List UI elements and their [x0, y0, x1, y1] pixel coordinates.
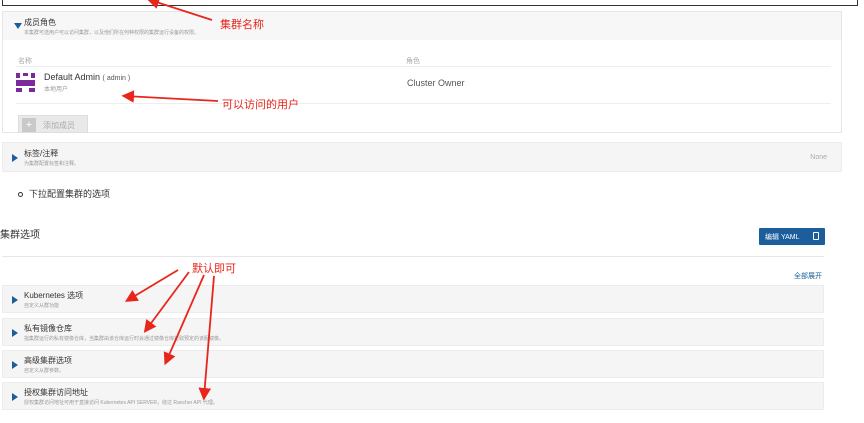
option-section-kubernetes[interactable]: Kubernetes 选项 自定义从群功能	[2, 285, 824, 313]
option-subtitle: 自定义从群参数。	[24, 368, 65, 374]
divider	[16, 103, 831, 104]
plus-icon: +	[22, 118, 36, 132]
member-name: Default Admin ( admin )	[44, 72, 131, 82]
annotation-cluster-name: 集群名称	[220, 19, 264, 31]
cluster-name-input-edge[interactable]	[2, 0, 858, 6]
labels-value: None	[810, 154, 827, 161]
option-section-advanced[interactable]: 高级集群选项 自定义从群参数。	[2, 350, 824, 378]
option-title: 高级集群选项	[24, 356, 72, 365]
expand-triangle-icon[interactable]	[12, 329, 18, 337]
clipboard-icon	[813, 232, 819, 240]
column-header-role: 角色	[406, 58, 420, 65]
option-subtitle: 自定义从群功能	[24, 303, 60, 309]
column-header-name: 名称	[18, 58, 32, 65]
option-title: 授权集群访问地址	[24, 388, 88, 397]
expand-triangle-icon[interactable]	[12, 393, 18, 401]
annotation-accessible-users: 可以访问的用户	[222, 99, 299, 111]
option-section-authorized-endpoint[interactable]: 授权集群访问地址 授权集群访问地址可用于直接访问 Kubernetes API …	[2, 382, 824, 410]
option-subtitle: 指集群运行的私有镜像仓库，当集群由该仓库运行时会通过镜像仓库拉取预定的该服镜像。	[24, 336, 225, 342]
cluster-options-title: 集群选项	[0, 230, 40, 241]
members-subtitle: 本集群可选用户可以访问集群，以及他们所在何种权限的集群运行设备的权限。	[24, 30, 200, 36]
panel-divider	[2, 256, 824, 257]
member-type: 本地用户	[44, 87, 69, 93]
bullet-dot-icon	[18, 192, 23, 198]
expand-triangle-icon[interactable]	[12, 154, 18, 162]
annotation-default-ok: 默认即可	[192, 263, 236, 275]
add-member-label: 添加成员	[43, 121, 75, 130]
edit-yaml-label: 编辑 YAML	[765, 234, 800, 241]
add-member-button[interactable]: + 添加成员	[18, 115, 88, 133]
collapse-triangle-icon[interactable]	[14, 23, 22, 29]
members-section: 成员角色 本集群可选用户可以访问集群，以及他们所在何种权限的集群运行设备的权限。…	[2, 11, 842, 133]
labels-section[interactable]: 标签/注释 为集群配置标签和注释。 None	[2, 142, 842, 172]
divider	[16, 66, 831, 67]
labels-subtitle: 为集群配置标签和注释。	[24, 161, 80, 167]
bullet-item: 下拉配置集群的选项	[18, 187, 110, 200]
members-header[interactable]: 成员角色 本集群可选用户可以访问集群，以及他们所在何种权限的集群运行设备的权限。	[3, 12, 841, 40]
member-role: Cluster Owner	[407, 78, 465, 88]
expand-all-link[interactable]: 全部展开	[794, 271, 822, 281]
option-title: Kubernetes 选项	[24, 291, 84, 300]
option-subtitle: 授权集群访问地址可用于直接访问 Kubernetes API SERVER，绕过…	[24, 400, 218, 406]
edit-yaml-button[interactable]: 编辑 YAML	[759, 228, 825, 245]
option-section-private-registry[interactable]: 私有镜像仓库 指集群运行的私有镜像仓库，当集群由该仓库运行时会通过镜像仓库拉取预…	[2, 318, 824, 346]
option-title: 私有镜像仓库	[24, 324, 72, 333]
members-title: 成员角色	[24, 18, 56, 27]
user-avatar-icon	[16, 73, 35, 92]
expand-triangle-icon[interactable]	[12, 361, 18, 369]
expand-triangle-icon[interactable]	[12, 296, 18, 304]
labels-title: 标签/注释	[24, 149, 59, 158]
